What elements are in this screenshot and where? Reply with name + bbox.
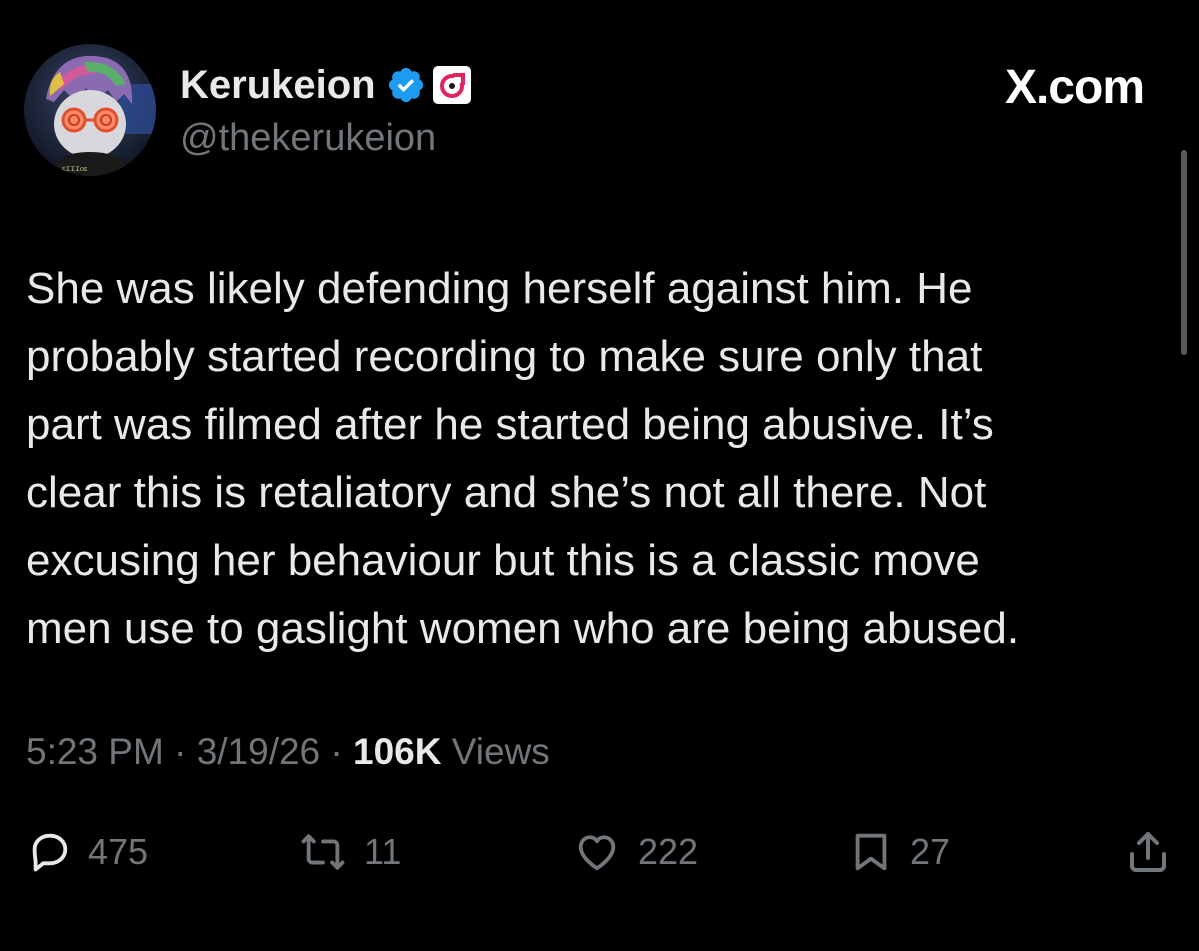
repost-count: 11 [364,831,402,872]
meta-separator: · [330,731,343,772]
avatar-shirt-text: ᴇɪɪɪᴏᴇ [62,164,88,173]
reply-count: 475 [88,831,149,872]
verified-badge-icon[interactable] [386,65,426,105]
like-count: 222 [638,831,699,872]
author-name-row: Kerukeion [180,60,472,110]
views-count: 106K [353,731,442,772]
avatar[interactable]: ᴇɪɪɪᴏᴇ [24,44,156,176]
tweet-text: She was likely defending herself against… [26,264,1020,653]
repost-button[interactable]: 11 [298,822,401,882]
bookmark-icon [855,833,887,871]
meta-separator: · [174,731,187,772]
share-icon [1130,832,1166,872]
scrollbar[interactable] [1181,150,1187,355]
avatar-image: ᴇɪɪɪᴏᴇ [24,44,156,176]
affiliate-logo-icon[interactable] [432,65,472,105]
bookmark-count: 27 [910,831,951,872]
author-handle[interactable]: @thekerukeion [180,117,436,160]
like-button[interactable]: 222 [572,822,698,882]
display-name[interactable]: Kerukeion [180,63,376,108]
tweet-time[interactable]: 5:23 PM [26,731,164,772]
reply-button[interactable]: 475 [26,822,148,882]
views-label: Views [451,731,550,772]
repost-icon [301,834,345,870]
site-watermark: X.com [1004,61,1145,114]
tweet-date[interactable]: 3/19/26 [197,731,320,772]
tweet-metadata: 5:23 PM · 3/19/26 · 106K Views [26,731,550,773]
tweet-card: ᴇɪɪɪᴏᴇ Kerukeion @thekerukeion X.com She… [0,0,1199,951]
heart-icon [578,835,616,871]
bookmark-button[interactable]: 27 [848,822,950,882]
action-bar: 475 11 222 27 [0,822,1199,882]
reply-icon [32,833,68,872]
share-button[interactable] [1124,822,1172,882]
